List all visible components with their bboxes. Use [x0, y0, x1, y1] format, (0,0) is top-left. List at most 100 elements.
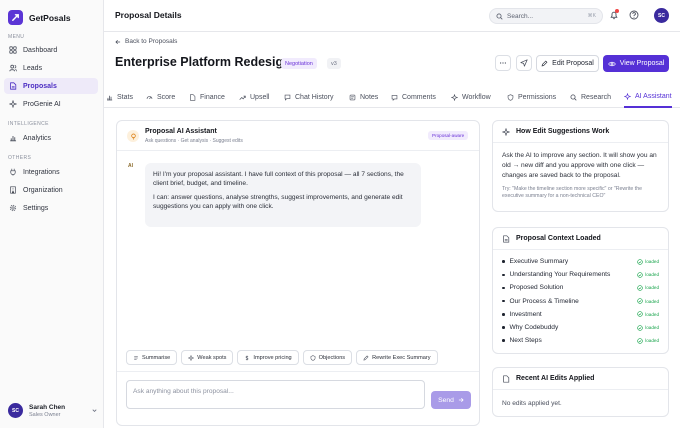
search-icon — [496, 12, 503, 20]
sidebar: GetPosals MENU Dashboard Leads Proposals… — [0, 0, 104, 428]
quick-actions: Summarise Weak spots Improve pricing Obj… — [126, 350, 438, 365]
back-link-label: Back to Proposals — [125, 38, 178, 45]
section-name: Investment — [509, 310, 542, 318]
quick-action-improve-pricing[interactable]: Improve pricing — [237, 350, 299, 365]
tab-permissions[interactable]: Permissions — [507, 86, 556, 108]
card-title: How Edit Suggestions Work — [516, 128, 610, 135]
tab-ai-assistant[interactable]: AI Assistant — [624, 86, 672, 108]
proposal-title: Enterprise Platform Redesign — [115, 55, 291, 69]
sidebar-item-dashboard[interactable]: Dashboard — [4, 42, 98, 58]
send-button[interactable]: Send — [431, 391, 471, 409]
section-name: Our Process & Timeline — [509, 297, 579, 305]
user-name: Sarah Chen — [29, 403, 66, 411]
edit-proposal-label: Edit Proposal — [552, 60, 594, 67]
assistant-header: Proposal AI Assistant Ask questions · Ge… — [117, 121, 479, 151]
chat-input-placeholder: Ask anything about this proposal... — [133, 388, 234, 395]
status-label: loaded — [645, 311, 659, 317]
list-item: Understanding Your Requirements loaded — [502, 268, 659, 281]
tab-workflow[interactable]: Workflow — [451, 86, 491, 108]
chat-input[interactable]: Ask anything about this proposal... — [126, 380, 425, 409]
list-item: Proposed Solution loaded — [502, 281, 659, 294]
search-input[interactable]: Search... ⌘K — [489, 8, 603, 24]
nav-section-others: OTHERS — [8, 155, 32, 161]
brand[interactable]: GetPosals — [8, 10, 71, 25]
sidebar-item-settings[interactable]: Settings — [4, 200, 98, 216]
avatar[interactable]: SC — [654, 8, 669, 23]
section-name: Understanding Your Requirements — [509, 271, 611, 279]
help-icon[interactable] — [629, 10, 639, 20]
plug-icon — [10, 168, 16, 176]
list-icon — [134, 355, 138, 360]
chevron-down-icon[interactable] — [91, 407, 98, 414]
message-icon — [284, 94, 291, 101]
tab-upsell[interactable]: Upsell — [239, 86, 269, 108]
document-icon — [503, 374, 510, 383]
status-badge: loaded — [637, 311, 659, 318]
proposal-context-card: Proposal Context Loaded Executive Summar… — [492, 227, 669, 354]
chip-label: Weak spots — [197, 354, 227, 361]
nav-section-intelligence: INTELLIGENCE — [8, 121, 49, 127]
bar-chart-icon — [107, 95, 113, 100]
edit-proposal-button[interactable]: Edit Proposal — [536, 55, 599, 72]
target-icon — [188, 354, 195, 361]
edit-suggestions-hint: Try: "Make the timeline section more spe… — [502, 185, 642, 200]
sidebar-item-integrations[interactable]: Integrations — [4, 164, 98, 180]
tab-chat-history[interactable]: Chat History — [284, 86, 334, 108]
status-label: loaded — [645, 298, 659, 304]
chip-label: Objections — [318, 354, 346, 361]
quick-action-summarise[interactable]: Summarise — [126, 350, 178, 365]
back-link[interactable]: Back to Proposals — [115, 38, 177, 45]
tab-label: Finance — [200, 93, 225, 101]
search-icon — [570, 94, 577, 101]
edit-suggestions-text: Ask the AI to improve any section. It wi… — [502, 152, 657, 179]
tab-comments[interactable]: Comments — [391, 86, 436, 108]
sidebar-item-label: Settings — [23, 204, 49, 212]
tab-research[interactable]: Research — [570, 86, 611, 108]
sidebar-item-analytics[interactable]: Analytics — [4, 130, 98, 146]
list-item: Executive Summary loaded — [502, 255, 659, 268]
sparkle-icon — [624, 92, 631, 100]
quick-action-objections[interactable]: Objections — [302, 350, 353, 365]
chart-icon — [10, 136, 17, 142]
sidebar-item-progenie-ai[interactable]: ProGenie AI — [4, 96, 98, 112]
avatar: SC — [8, 403, 23, 418]
more-options-button[interactable] — [495, 55, 511, 71]
quick-action-weak-spots[interactable]: Weak spots — [181, 350, 234, 365]
sidebar-item-leads[interactable]: Leads — [4, 60, 98, 76]
dollar-icon — [246, 355, 249, 360]
quick-action-rewrite-exec-summary[interactable]: Rewrite Exec Summary — [356, 350, 438, 365]
user-role: Sales Owner — [29, 411, 61, 418]
status-badge: loaded — [637, 298, 659, 304]
stage-badge: Negotiation — [281, 58, 317, 69]
view-proposal-button[interactable]: View Proposal — [603, 55, 669, 72]
status-badge: loaded — [637, 272, 659, 278]
tab-finance[interactable]: Finance — [189, 86, 225, 108]
more-horizontal-icon — [499, 62, 507, 64]
context-section-list: Executive Summary loaded Understanding Yo… — [493, 250, 668, 353]
eye-icon — [607, 61, 616, 66]
send-icon — [520, 59, 528, 67]
workflow-icon — [451, 93, 458, 101]
user-profile[interactable]: SC Sarah Chen Sales Owner — [8, 403, 98, 418]
sidebar-item-proposals[interactable]: Proposals — [4, 78, 98, 94]
status-badge: loaded — [637, 285, 659, 291]
tab-stats[interactable]: Stats — [106, 86, 133, 108]
bullet — [502, 286, 505, 290]
sidebar-item-label: Proposals — [23, 82, 57, 90]
bullet — [502, 339, 505, 342]
sidebar-item-organization[interactable]: Organization — [4, 182, 98, 198]
status-badge: loaded — [637, 324, 659, 331]
tab-notes[interactable]: Notes — [349, 86, 378, 108]
chip-label: Improve pricing — [253, 354, 292, 361]
tab-score[interactable]: Score — [146, 86, 175, 108]
card-header: Proposal Context Loaded — [493, 228, 668, 250]
building-icon — [10, 186, 16, 194]
list-item: Our Process & Timeline loaded — [502, 295, 659, 308]
send-proposal-button[interactable] — [516, 55, 532, 71]
assistant-message: Hi! I'm your proposal assistant. I have … — [145, 163, 421, 227]
tab-label: Upsell — [250, 93, 270, 101]
empty-state-text: No edits applied yet. — [502, 400, 562, 407]
card-title: Proposal Context Loaded — [516, 235, 601, 242]
check-circle-icon — [637, 311, 643, 318]
view-proposal-label: View Proposal — [619, 60, 665, 67]
